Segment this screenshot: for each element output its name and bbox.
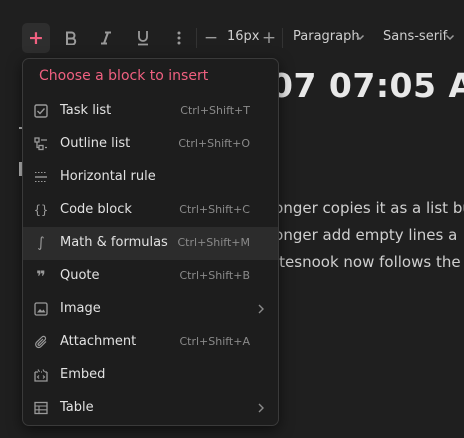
minus-icon: − <box>203 28 219 48</box>
italic-icon <box>101 31 111 45</box>
italic-button[interactable] <box>92 23 120 53</box>
code-braces-icon: {} <box>33 203 49 217</box>
menu-item-label: Code block <box>60 202 132 217</box>
insert-block-menu: Choose a block to insert Task list Ctrl+… <box>22 58 279 426</box>
bold-icon <box>66 31 77 45</box>
outline-list-icon <box>33 136 49 152</box>
embed-icon <box>33 367 49 383</box>
note-title[interactable]: 07 07:05 AM <box>270 66 464 105</box>
font-size-decrease-button[interactable]: − <box>197 23 225 53</box>
menu-item-label: Image <box>60 301 101 316</box>
bold-button[interactable] <box>57 23 85 53</box>
font-family-dropdown[interactable]: Sans-serif <box>383 29 447 44</box>
plus-icon: + <box>28 27 44 49</box>
editor-window: + − 16px + Paragraph Sans-serif 07 07:05… <box>0 0 464 438</box>
menu-item-code-block[interactable]: {} Code block Ctrl+Shift+C <box>23 194 278 227</box>
toolbar-divider <box>282 28 283 48</box>
menu-item-shortcut: Ctrl+Shift+T <box>180 104 250 117</box>
horizontal-rule-icon <box>33 169 49 185</box>
underline-button[interactable] <box>129 23 157 53</box>
chevron-down-icon <box>445 29 455 46</box>
menu-item-shortcut: Ctrl+Shift+O <box>178 137 250 150</box>
paperclip-icon <box>33 334 49 350</box>
chevron-down-icon <box>355 29 365 46</box>
menu-item-attachment[interactable]: Attachment Ctrl+Shift+A <box>23 326 278 359</box>
chevron-right-icon <box>256 400 266 419</box>
underline-icon <box>138 31 148 46</box>
block-type-dropdown[interactable]: Paragraph <box>293 29 360 44</box>
menu-item-label: Outline list <box>60 136 131 151</box>
menu-item-shortcut: Ctrl+Shift+B <box>179 269 250 282</box>
menu-item-label: Math & formulas <box>60 235 168 250</box>
menu-item-outline-list[interactable]: Outline list Ctrl+Shift+O <box>23 128 278 161</box>
menu-item-label: Embed <box>60 367 106 382</box>
menu-item-label: Table <box>60 400 94 415</box>
menu-item-shortcut: Ctrl+Shift+C <box>179 203 250 216</box>
chevron-right-icon <box>256 301 266 320</box>
menu-item-math-formulas[interactable]: ∫ Math & formulas Ctrl+Shift+M <box>23 227 278 260</box>
menu-item-quote[interactable]: ❞ Quote Ctrl+Shift+B <box>23 260 278 293</box>
checkbox-icon <box>33 103 49 119</box>
more-vertical-icon <box>177 31 181 45</box>
menu-item-label: Horizontal rule <box>60 169 156 184</box>
note-body-line[interactable]: otesnook now follows the <box>270 253 461 271</box>
menu-item-shortcut: Ctrl+Shift+M <box>177 236 251 249</box>
menu-item-image[interactable]: Image <box>23 293 278 326</box>
editor-toolbar: + − 16px + Paragraph Sans-serif <box>0 20 464 56</box>
table-icon <box>33 400 49 416</box>
note-body-line[interactable]: longer add empty lines a <box>270 226 457 244</box>
menu-item-label: Quote <box>60 268 100 283</box>
image-icon <box>33 301 49 317</box>
insert-block-button[interactable]: + <box>22 23 50 53</box>
note-body-line[interactable]: longer copies it as a list bu <box>270 199 464 217</box>
more-options-button[interactable] <box>165 23 193 53</box>
menu-header: Choose a block to insert <box>39 68 209 84</box>
menu-item-embed[interactable]: Embed <box>23 359 278 392</box>
menu-item-table[interactable]: Table <box>23 392 278 425</box>
menu-item-label: Task list <box>60 103 112 118</box>
menu-item-shortcut: Ctrl+Shift+A <box>179 335 250 348</box>
menu-item-label: Attachment <box>60 334 137 349</box>
font-size-increase-button[interactable]: + <box>255 23 283 53</box>
menu-item-task-list[interactable]: Task list Ctrl+Shift+T <box>23 95 278 128</box>
quote-icon: ❞ <box>36 266 46 286</box>
plus-small-icon: + <box>261 28 277 48</box>
menu-item-horizontal-rule[interactable]: Horizontal rule <box>23 161 278 194</box>
integral-icon: ∫ <box>37 235 45 251</box>
